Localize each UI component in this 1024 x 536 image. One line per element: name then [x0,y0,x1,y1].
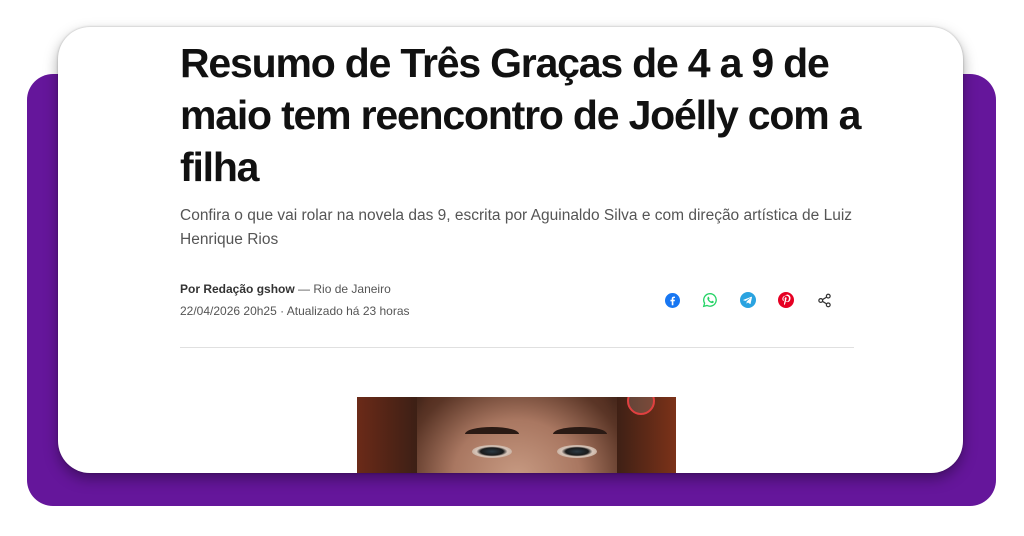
photo-eye-right [557,445,597,458]
photo-eye-left [472,445,512,458]
publish-timestamp: 22/04/2026 20h25 · Atualizado há 23 hora… [180,304,410,318]
share-bar [661,289,835,311]
author-name[interactable]: Por Redação gshow [180,282,295,296]
share-icon[interactable] [813,289,835,311]
location: — Rio de Janeiro [298,282,391,296]
pinterest-icon[interactable] [775,289,797,311]
photo-brow-left [465,427,519,434]
byline: Por Redação gshow — Rio de Janeiro 22/04… [180,278,410,322]
article-subtitle: Confira o que vai rolar na novela das 9,… [180,207,853,248]
article-photo[interactable] [357,397,676,473]
telegram-icon[interactable] [737,289,759,311]
byline-author-line: Por Redação gshow — Rio de Janeiro [180,278,410,300]
facebook-icon[interactable] [661,289,683,311]
whatsapp-icon[interactable] [699,289,721,311]
photo-face [417,397,617,473]
article-card: Resumo de Três Graças de 4 a 9 de maio t… [58,27,963,473]
article-headline: Resumo de Três Graças de 4 a 9 de maio t… [180,40,861,190]
divider [180,347,854,348]
photo-brow-right [553,427,607,434]
